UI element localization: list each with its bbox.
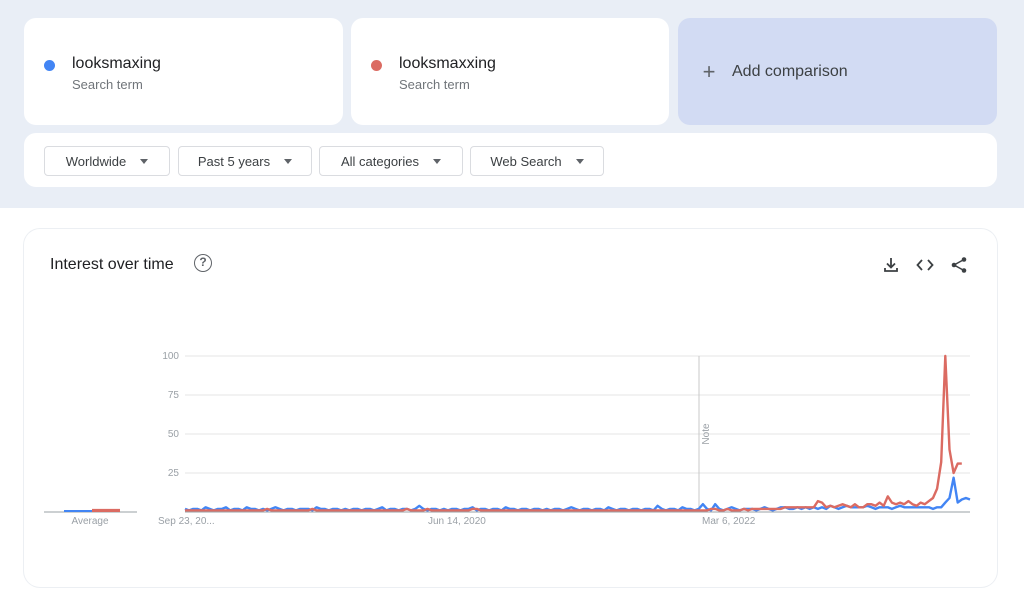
term-card-looksmaxing[interactable]: looksmaxing Search term: [24, 18, 343, 125]
filter-bar: Worldwide Past 5 years All categories We…: [24, 133, 997, 187]
search-term-type: Search term: [399, 77, 470, 92]
dropdown-caret-icon: [433, 158, 442, 164]
category-filter-label: All categories: [340, 153, 420, 169]
add-comparison-button[interactable]: + Add comparison: [678, 18, 997, 125]
x-tick-label: Mar 6, 2022: [702, 516, 756, 527]
series-color-dot: [371, 60, 382, 71]
dropdown-caret-icon: [575, 158, 584, 164]
search-term-label: looksmaxxing: [399, 55, 496, 72]
time-range-filter-label: Past 5 years: [197, 153, 271, 169]
dropdown-caret-icon: [284, 158, 293, 164]
interest-over-time-panel: Interest over time ? 25 50 75 100 Note Sep 23…: [24, 229, 997, 587]
category-filter[interactable]: All categories: [319, 146, 463, 176]
search-type-filter-label: Web Search: [490, 153, 562, 169]
y-tick-label: 100: [162, 351, 179, 362]
average-bar-1: [64, 510, 92, 512]
series-line-2: [185, 354, 962, 512]
time-range-filter[interactable]: Past 5 years: [178, 146, 312, 176]
y-tick-label: 25: [168, 468, 180, 479]
average-label: Average: [71, 516, 109, 527]
average-bar-2: [92, 508, 120, 512]
location-filter-label: Worldwide: [65, 153, 127, 169]
plus-icon: +: [702, 58, 716, 84]
search-type-filter[interactable]: Web Search: [470, 146, 604, 176]
y-tick-label: 75: [168, 390, 180, 401]
add-comparison-label: Add comparison: [732, 62, 848, 80]
search-term-type: Search term: [72, 77, 143, 92]
interest-chart: 25 50 75 100 Note Sep 23, 20... Jun 14, 2020 Ma…: [44, 351, 971, 527]
x-tick-label: Jun 14, 2020: [428, 516, 486, 527]
series-color-dot: [44, 60, 55, 71]
x-tick-label: Sep 23, 20...: [158, 516, 215, 527]
y-tick-label: 50: [168, 429, 180, 440]
dropdown-caret-icon: [140, 158, 149, 164]
note-marker-label: Note: [701, 423, 712, 445]
search-term-label: looksmaxing: [72, 55, 161, 72]
term-card-looksmaxxing[interactable]: looksmaxxing Search term: [351, 18, 669, 125]
location-filter[interactable]: Worldwide: [44, 146, 170, 176]
